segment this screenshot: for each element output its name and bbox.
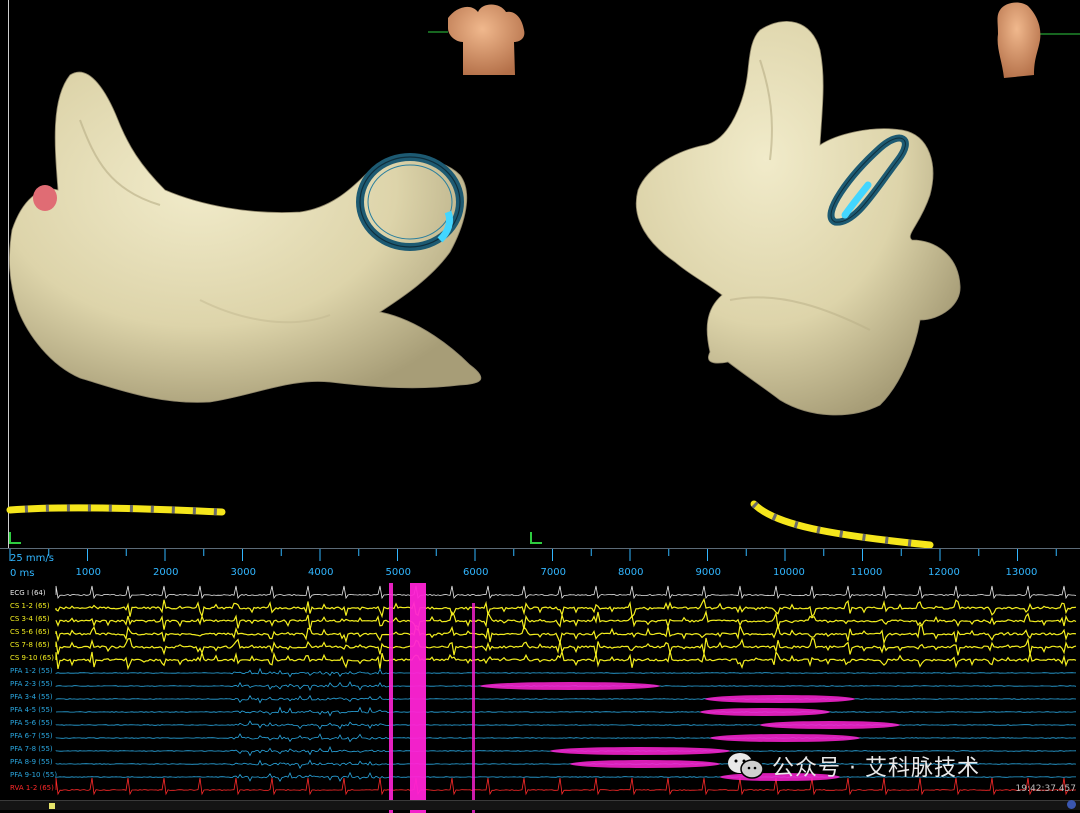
scroll-thumb[interactable] bbox=[49, 803, 55, 809]
channel-trace bbox=[56, 638, 1076, 656]
channel-trace bbox=[56, 625, 1076, 643]
watermark: 公众号 · 艾科脉技术 bbox=[726, 748, 980, 784]
time-ruler-ticks bbox=[0, 549, 1080, 583]
ablation-artifact bbox=[480, 682, 660, 690]
anatomy-view bbox=[0, 0, 1080, 548]
channel-trace bbox=[56, 669, 1076, 677]
ablation-artifact bbox=[710, 734, 860, 742]
recording-timestamp: 19:42:37.457 bbox=[1016, 784, 1076, 794]
torso-orientation-icon-left bbox=[428, 5, 524, 76]
ablation-artifact bbox=[472, 603, 475, 813]
time-ruler[interactable]: 25 mm/s 0 ms 100020003000400050006000700… bbox=[0, 549, 1080, 583]
channel-trace bbox=[56, 586, 1076, 598]
view-corner-marker-right bbox=[530, 532, 542, 544]
channel-trace bbox=[56, 721, 1076, 729]
ablation-artifact bbox=[705, 695, 855, 703]
cs-catheter-left-view bbox=[10, 508, 222, 512]
appendage-marker bbox=[33, 185, 57, 211]
ablation-artifact bbox=[700, 708, 830, 716]
left-atrium-shell-right-view[interactable] bbox=[636, 21, 960, 415]
channel-trace bbox=[56, 696, 1076, 703]
channel-trace bbox=[56, 612, 1076, 630]
channel-trace bbox=[56, 599, 1076, 616]
ablation-artifact bbox=[389, 583, 393, 813]
channel-trace bbox=[56, 734, 1076, 742]
watermark-text: 公众号 · 艾科脉技术 bbox=[772, 750, 980, 782]
chat-bubbles-icon bbox=[726, 751, 764, 781]
channel-trace bbox=[56, 708, 1076, 716]
play-icon[interactable] bbox=[1067, 800, 1076, 809]
torso-orientation-icon-right bbox=[998, 3, 1080, 78]
ablation-artifact bbox=[550, 747, 730, 755]
channel-trace bbox=[56, 651, 1076, 669]
cs-catheter-right-view bbox=[754, 504, 930, 545]
ablation-artifact bbox=[410, 583, 426, 813]
view-corner-marker-left bbox=[9, 532, 21, 544]
ablation-artifact bbox=[570, 760, 720, 768]
mapping-viewport[interactable] bbox=[0, 0, 1080, 548]
ablation-artifact bbox=[760, 721, 900, 729]
